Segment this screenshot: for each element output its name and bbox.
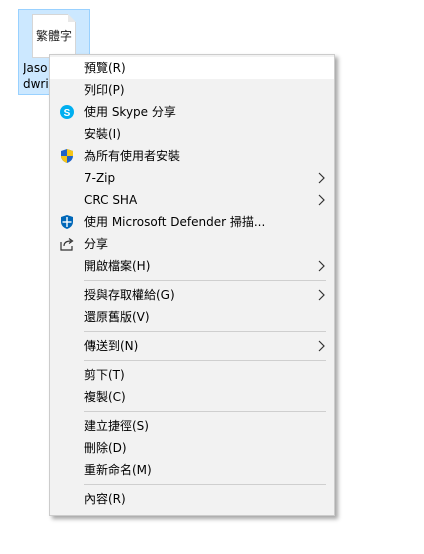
skype-icon: S — [59, 104, 75, 120]
defender-icon — [59, 214, 75, 230]
chevron-right-icon — [316, 335, 326, 357]
menu-item-label: 列印(P) — [84, 83, 125, 97]
menu-item-5-0[interactable]: 內容(R) — [50, 488, 334, 510]
menu-item-2-0[interactable]: 傳送到(N) — [50, 335, 334, 357]
menu-item-1-0[interactable]: 授與存取權給(G) — [50, 284, 334, 306]
menu-item-label: 開啟檔案(H) — [84, 259, 151, 273]
menu-item-0-3[interactable]: 安裝(I) — [50, 123, 334, 145]
menu-item-label: 安裝(I) — [84, 127, 121, 141]
menu-item-0-5[interactable]: 7-Zip — [50, 167, 334, 189]
uac-shield-icon — [59, 148, 75, 164]
file-thumbnail-text: 繁體字 — [35, 29, 72, 43]
menu-item-label: 建立捷徑(S) — [84, 419, 149, 433]
menu-item-1-1[interactable]: 還原舊版(V) — [50, 306, 334, 328]
menu-item-4-2[interactable]: 重新命名(M) — [50, 459, 334, 481]
menu-separator — [84, 280, 326, 281]
menu-item-label: CRC SHA — [84, 193, 138, 207]
menu-item-label: 還原舊版(V) — [84, 310, 150, 324]
context-menu: 預覽(R) 列印(P) S 使用 Skype 分享 安裝(I) 為所有使用者安裝 7-Zip… — [49, 54, 335, 516]
menu-item-label: 為所有使用者安裝 — [84, 149, 181, 163]
menu-item-label: 使用 Skype 分享 — [84, 105, 176, 119]
share-icon — [59, 236, 75, 252]
menu-item-label: 複製(C) — [84, 390, 126, 404]
menu-item-0-7[interactable]: 使用 Microsoft Defender 掃描... — [50, 211, 334, 233]
menu-separator — [84, 411, 326, 412]
menu-item-label: 使用 Microsoft Defender 掃描... — [84, 215, 266, 229]
menu-item-label: 授與存取權給(G) — [84, 288, 175, 302]
svg-text:S: S — [64, 108, 71, 119]
menu-item-label: 內容(R) — [84, 492, 126, 506]
desktop-area: 繁體字 Jaso dwrit 預覽(R) 列印(P) S 使用 Skype 分享 安裝(… — [0, 0, 424, 554]
menu-item-label: 重新命名(M) — [84, 463, 152, 477]
menu-item-label: 預覽(R) — [84, 61, 126, 75]
menu-item-0-8[interactable]: 分享 — [50, 233, 334, 255]
menu-item-label: 刪除(D) — [84, 441, 127, 455]
chevron-right-icon — [316, 189, 326, 211]
menu-item-4-1[interactable]: 刪除(D) — [50, 437, 334, 459]
menu-separator — [84, 360, 326, 361]
menu-item-0-4[interactable]: 為所有使用者安裝 — [50, 145, 334, 167]
font-file-icon: 繁體字 — [32, 14, 76, 58]
menu-item-0-1[interactable]: 列印(P) — [50, 79, 334, 101]
menu-separator — [84, 484, 326, 485]
menu-item-0-6[interactable]: CRC SHA — [50, 189, 334, 211]
menu-separator — [84, 331, 326, 332]
menu-item-0-9[interactable]: 開啟檔案(H) — [50, 255, 334, 277]
menu-item-label: 分享 — [84, 237, 109, 251]
menu-item-label: 剪下(T) — [84, 368, 125, 382]
menu-item-0-0[interactable]: 預覽(R) — [50, 57, 334, 79]
chevron-right-icon — [316, 167, 326, 189]
menu-item-3-1[interactable]: 複製(C) — [50, 386, 334, 408]
menu-item-3-0[interactable]: 剪下(T) — [50, 364, 334, 386]
chevron-right-icon — [316, 255, 326, 277]
chevron-right-icon — [316, 284, 326, 306]
menu-item-label: 7-Zip — [84, 171, 116, 185]
menu-item-4-0[interactable]: 建立捷徑(S) — [50, 415, 334, 437]
menu-item-0-2[interactable]: S 使用 Skype 分享 — [50, 101, 334, 123]
menu-item-label: 傳送到(N) — [84, 339, 139, 353]
